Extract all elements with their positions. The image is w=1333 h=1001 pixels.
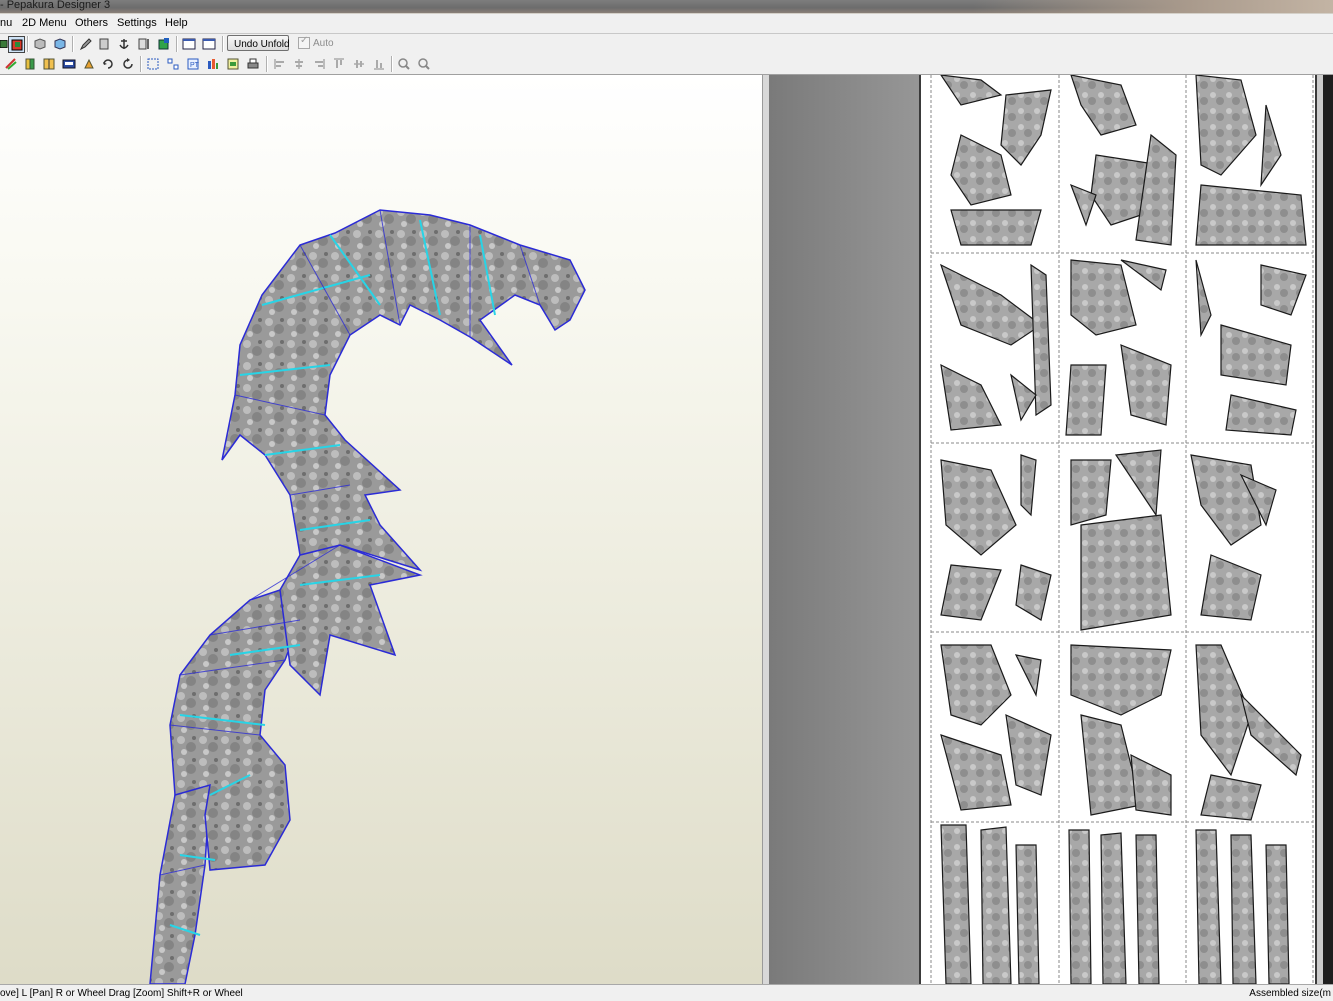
desktop-background xyxy=(973,0,1333,13)
align-bottom-icon[interactable] xyxy=(371,56,386,71)
unfolded-pattern[interactable] xyxy=(921,75,1315,984)
status-bar: ove] L [Pan] R or Wheel Drag [Zoom] Shif… xyxy=(0,984,1333,1001)
paper-sheet xyxy=(919,75,1317,984)
anchor-icon[interactable] xyxy=(116,36,131,51)
3d-model-staff[interactable] xyxy=(0,75,762,984)
move-icon[interactable] xyxy=(81,56,96,71)
3d-view[interactable] xyxy=(0,75,762,984)
align-right-icon[interactable] xyxy=(311,56,326,71)
menu-help[interactable]: Help xyxy=(165,17,188,29)
rotate-icon[interactable] xyxy=(100,56,115,71)
align-top-icon[interactable] xyxy=(331,56,346,71)
cube-icon[interactable] xyxy=(52,36,67,51)
print-icon[interactable] xyxy=(245,56,260,71)
staff-body xyxy=(149,209,586,984)
page-edge-shadow xyxy=(1323,75,1333,984)
join-icon[interactable] xyxy=(22,56,37,71)
page-icon[interactable] xyxy=(225,56,240,71)
arrange-icon[interactable] xyxy=(165,56,180,71)
zoom-fit-icon[interactable] xyxy=(396,56,411,71)
layout-icon[interactable] xyxy=(205,56,220,71)
menu-bar: nu 2D Menu Others Settings Help xyxy=(0,14,1333,34)
align-middle-icon[interactable] xyxy=(351,56,366,71)
menu-settings[interactable]: Settings xyxy=(117,17,157,29)
auto-label: Auto xyxy=(313,37,334,49)
menu-2d[interactable]: 2D Menu xyxy=(22,17,67,29)
2d-view[interactable] xyxy=(769,75,1333,984)
status-hint: ove] L [Pan] R or Wheel Drag [Zoom] Shif… xyxy=(0,988,243,999)
cylinder-icon[interactable] xyxy=(96,36,111,51)
align-left-icon[interactable] xyxy=(272,56,287,71)
status-assembled-size: Assembled size(m xyxy=(1249,988,1331,999)
flap-icon[interactable] xyxy=(61,56,76,71)
title-bar: - Pepakura Designer 3 xyxy=(0,0,1333,13)
pattern-icon[interactable]: PT xyxy=(185,56,200,71)
box-icon[interactable] xyxy=(32,36,47,51)
menu-3d[interactable]: nu xyxy=(0,17,12,29)
window-title: - Pepakura Designer 3 xyxy=(0,0,111,11)
toolbar-top: Undo Unfold Auto xyxy=(0,34,1333,54)
align-center-icon[interactable] xyxy=(291,56,306,71)
toolbar-bottom: PT xyxy=(0,54,1333,75)
select-icon[interactable] xyxy=(145,56,160,71)
edit-edge-icon[interactable] xyxy=(3,56,18,71)
texture-icon[interactable] xyxy=(8,36,25,53)
svg-text:PT: PT xyxy=(190,62,200,69)
refresh-icon[interactable] xyxy=(120,56,135,71)
undo-unfold-button[interactable]: Undo Unfold xyxy=(227,35,290,51)
auto-checkbox[interactable]: Auto xyxy=(298,35,334,49)
menu-others[interactable]: Others xyxy=(75,17,108,29)
green-cube-icon[interactable] xyxy=(156,36,171,51)
single-window-icon[interactable] xyxy=(181,36,196,51)
panel-icon[interactable] xyxy=(136,36,151,51)
zoom-page-icon[interactable] xyxy=(416,56,431,71)
checkbox-icon[interactable] xyxy=(298,35,310,49)
split-window-icon[interactable] xyxy=(201,36,216,51)
pencil-icon[interactable] xyxy=(78,36,93,51)
pattern-pieces xyxy=(939,75,1307,984)
split-icon[interactable] xyxy=(41,56,56,71)
